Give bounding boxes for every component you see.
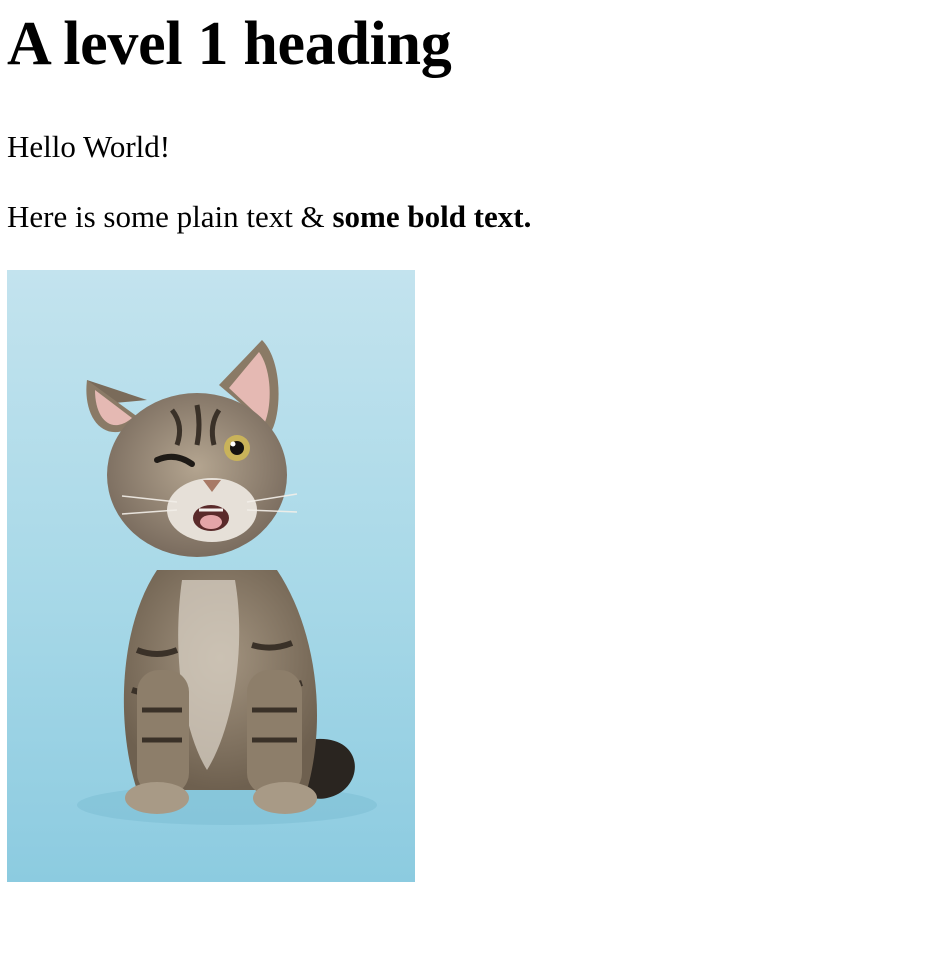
hello-paragraph: Hello World! xyxy=(7,129,171,164)
kitten-illustration xyxy=(7,270,415,882)
plain-text: Here is some plain text & xyxy=(7,199,333,234)
text-paragraph: Here is some plain text & some bold text… xyxy=(7,197,531,237)
bold-text: some bold text. xyxy=(332,199,532,234)
page-heading: A level 1 heading xyxy=(7,10,452,78)
kitten-image xyxy=(7,270,415,882)
